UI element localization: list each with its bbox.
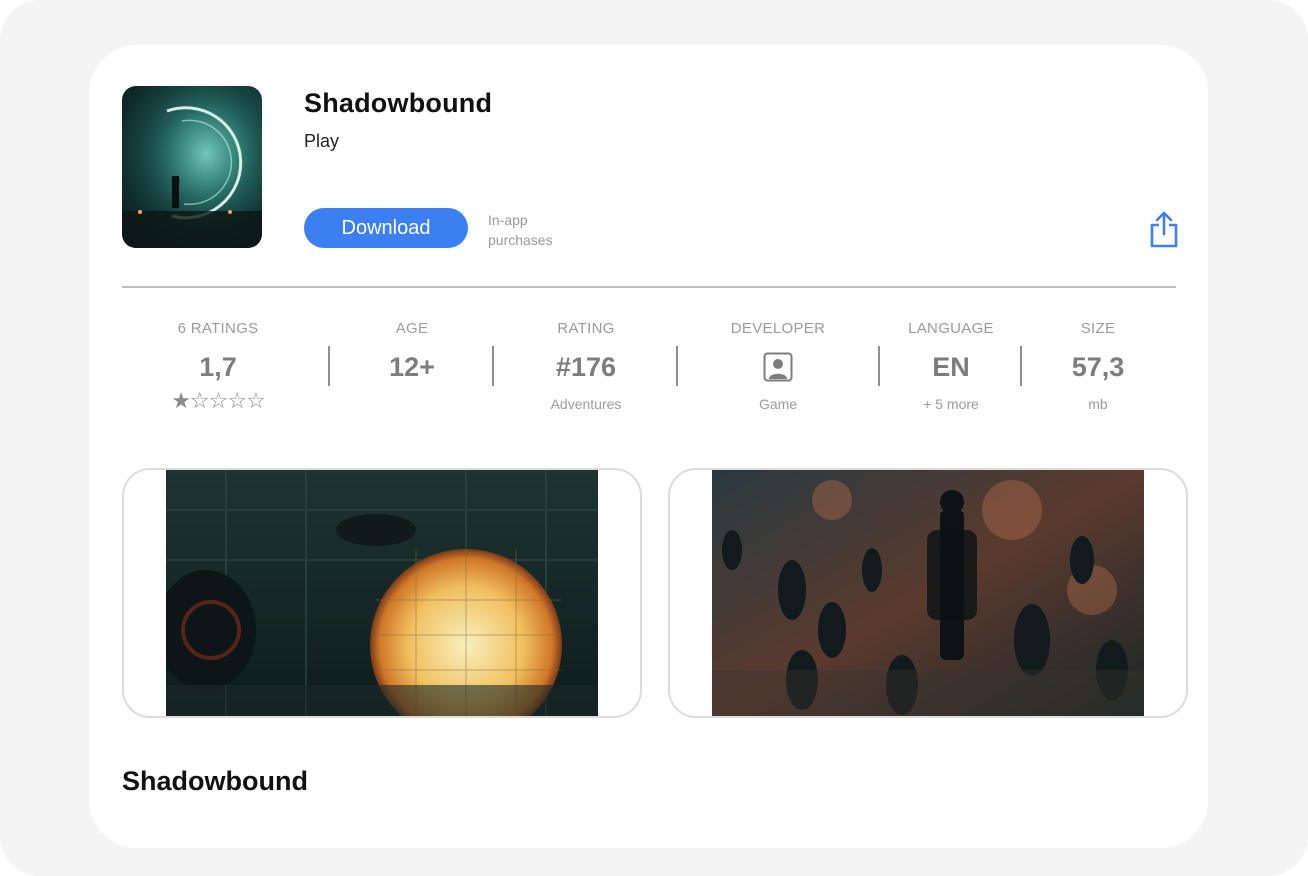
language-more: + 5 more [923, 396, 979, 412]
ratings-value: 1,7 [199, 352, 237, 382]
section-title: Shadowbound [122, 766, 308, 796]
ratings-label: 6 RATINGS [177, 320, 259, 337]
language-label: LANGUAGE [908, 320, 994, 337]
stat-ratings: 6 RATINGS 1,7 ★☆☆☆☆ [158, 320, 278, 414]
stat-separator [328, 346, 330, 386]
screenshot-1[interactable] [122, 468, 642, 718]
person-icon [763, 352, 793, 382]
stat-rating: RATING #176 Adventures [526, 320, 646, 412]
size-unit: mb [1088, 396, 1108, 412]
developer-icon-wrap [718, 350, 838, 384]
stat-age: AGE 12+ [372, 320, 452, 384]
screenshot-1-image [166, 470, 598, 716]
stat-separator [492, 346, 494, 386]
stat-size: SIZE 57,3 mb [1058, 320, 1138, 412]
download-button[interactable]: Download [304, 208, 468, 248]
stat-separator [1020, 346, 1022, 386]
header-divider [122, 286, 1176, 288]
size-value: 57,3 [1071, 352, 1125, 382]
app-subtitle: Play [304, 131, 340, 151]
purchases-line: purchases [488, 232, 553, 248]
stat-separator [676, 346, 678, 386]
rating-value: #176 [555, 352, 617, 382]
device-frame: Shadowbound Play Download In-app purchas… [0, 0, 1308, 876]
app-icon [122, 86, 262, 248]
stat-language: LANGUAGE EN + 5 more [898, 320, 1004, 412]
screenshot-2[interactable] [668, 468, 1188, 718]
in-app-line: In-app [488, 212, 528, 228]
developer-name: Game [758, 396, 798, 412]
rating-label: RATING [557, 320, 615, 337]
share-icon[interactable] [1146, 210, 1182, 250]
stat-separator [878, 346, 880, 386]
age-value: 12+ [389, 352, 435, 382]
developer-label: DEVELOPER [730, 320, 826, 337]
screenshot-2-image [712, 470, 1144, 716]
size-label: SIZE [1080, 320, 1116, 337]
stat-developer[interactable]: DEVELOPER Game [718, 320, 838, 412]
app-title: Shadowbound [304, 88, 493, 118]
rating-category: Adventures [550, 396, 622, 412]
language-value: EN [932, 352, 970, 382]
star-icon: ★☆☆☆☆ [171, 388, 266, 413]
age-label: AGE [395, 320, 429, 337]
in-app-purchases-note: In-app purchases [488, 210, 553, 250]
